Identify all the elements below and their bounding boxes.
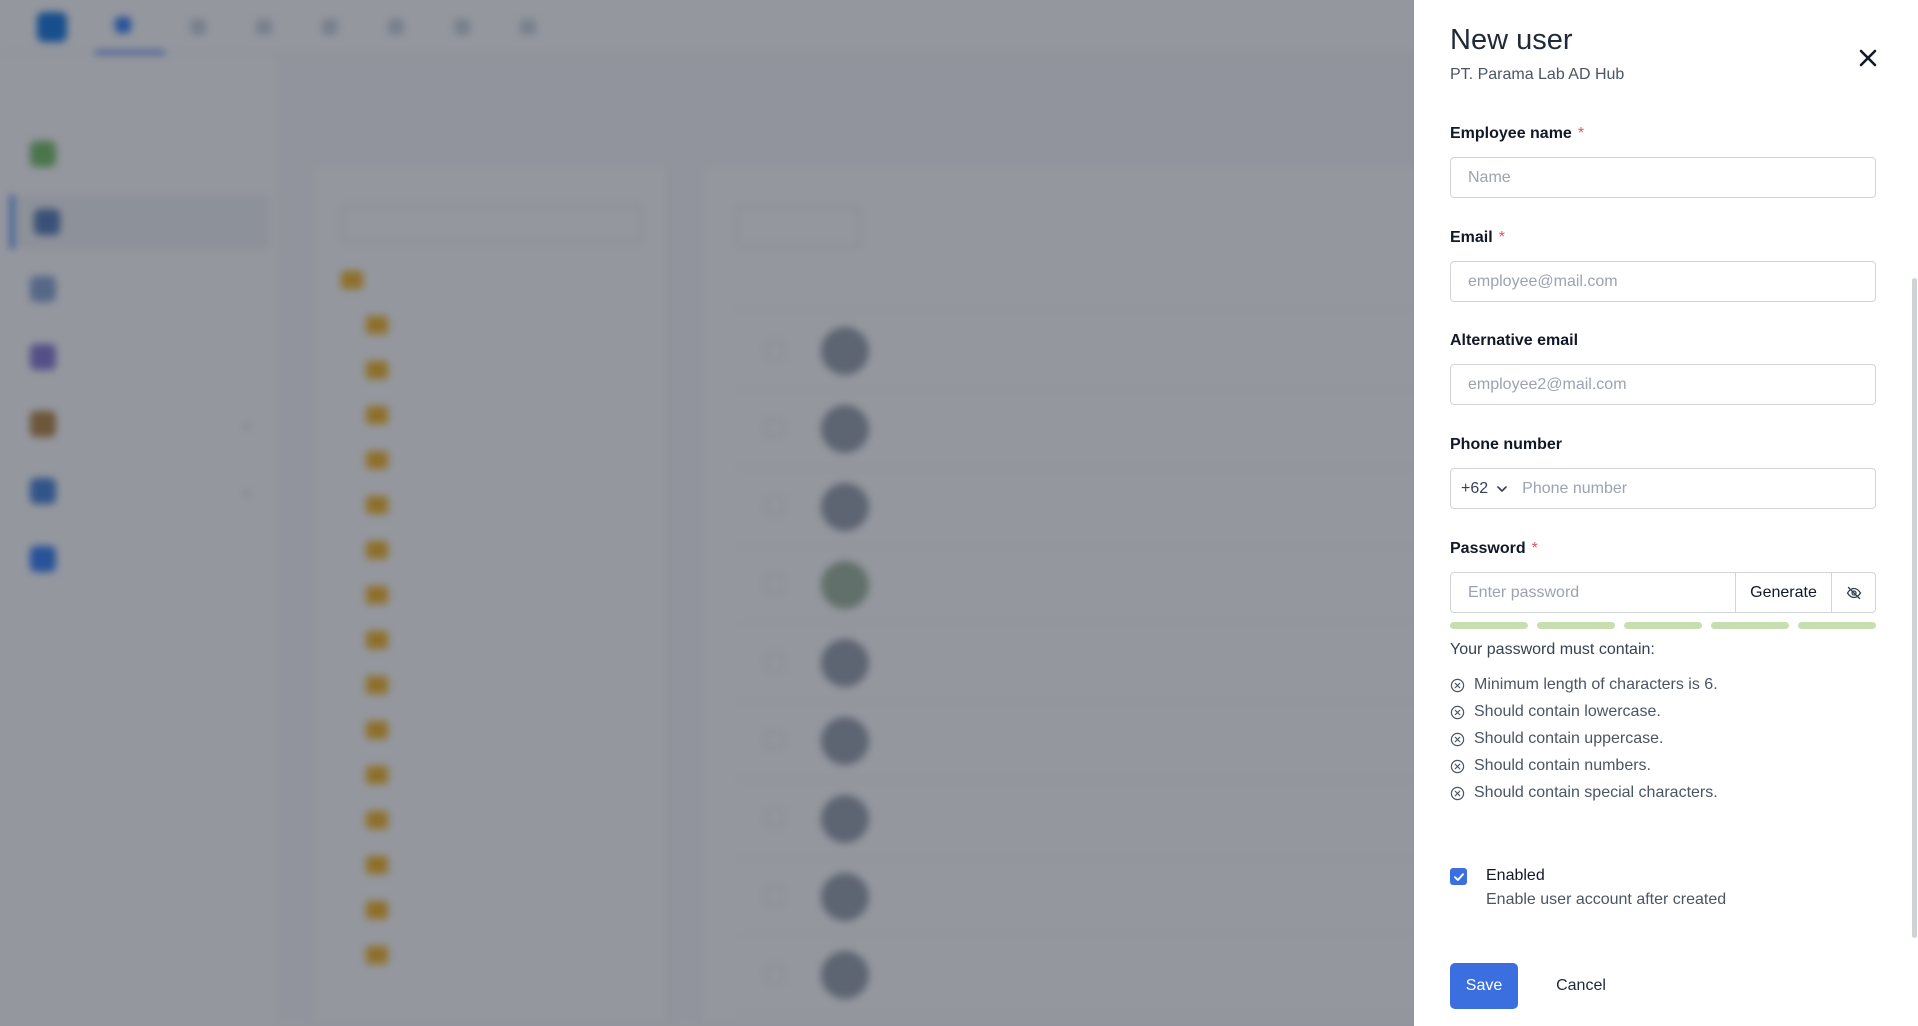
employee-name-label: Employee name * xyxy=(1450,125,1585,142)
toggle-password-visibility-button[interactable] xyxy=(1832,573,1875,612)
password-rule: Should contain uppercase. xyxy=(1450,730,1663,748)
x-circle-icon xyxy=(1450,759,1465,773)
strength-segment xyxy=(1798,622,1876,629)
password-rule: Should contain lowercase. xyxy=(1450,703,1661,721)
x-circle-icon xyxy=(1450,732,1465,746)
password-rule: Minimum length of characters is 6. xyxy=(1450,676,1718,694)
x-circle-icon xyxy=(1450,705,1465,719)
email-input[interactable] xyxy=(1450,261,1876,302)
employee-name-input[interactable] xyxy=(1450,157,1876,198)
alt-email-input[interactable] xyxy=(1450,364,1876,405)
eye-off-icon xyxy=(1846,586,1861,599)
check-icon xyxy=(1453,872,1464,881)
password-rules-title: Your password must contain: xyxy=(1450,641,1655,658)
drawer-subtitle: PT. Parama Lab AD Hub xyxy=(1450,66,1625,83)
password-label: Password * xyxy=(1450,540,1538,557)
new-user-drawer: New user PT. Parama Lab AD Hub Employee … xyxy=(1414,0,1918,1026)
password-rule: Should contain numbers. xyxy=(1450,757,1651,775)
generate-password-button[interactable]: Generate xyxy=(1735,573,1832,612)
password-rule: Should contain special characters. xyxy=(1450,784,1718,802)
country-code-select[interactable]: +62 xyxy=(1451,469,1518,508)
enabled-description: Enable user account after created xyxy=(1486,891,1727,908)
country-code: +62 xyxy=(1461,479,1489,497)
strength-segment xyxy=(1450,622,1528,629)
strength-segment xyxy=(1624,622,1702,629)
drawer-title: New user xyxy=(1450,24,1573,56)
x-circle-icon xyxy=(1450,786,1465,800)
phone-field: +62 xyxy=(1450,468,1876,509)
save-button[interactable]: Save xyxy=(1450,963,1518,1009)
strength-segment xyxy=(1537,622,1615,629)
cancel-button[interactable]: Cancel xyxy=(1542,963,1620,1009)
phone-input[interactable] xyxy=(1518,469,1875,508)
chevron-down-icon xyxy=(1497,485,1507,492)
enabled-label[interactable]: Enabled xyxy=(1486,867,1545,885)
password-input[interactable] xyxy=(1451,573,1735,612)
password-strength-meter xyxy=(1450,622,1876,629)
close-button[interactable] xyxy=(1852,42,1884,74)
alt-email-label: Alternative email xyxy=(1450,332,1579,349)
x-circle-icon xyxy=(1450,678,1465,692)
close-icon xyxy=(1859,49,1877,67)
enabled-checkbox[interactable] xyxy=(1450,868,1467,885)
password-field: Generate xyxy=(1450,572,1876,613)
strength-segment xyxy=(1711,622,1789,629)
email-label: Email * xyxy=(1450,229,1505,246)
drawer-scrollbar[interactable] xyxy=(1912,278,1917,938)
phone-label: Phone number xyxy=(1450,436,1563,453)
